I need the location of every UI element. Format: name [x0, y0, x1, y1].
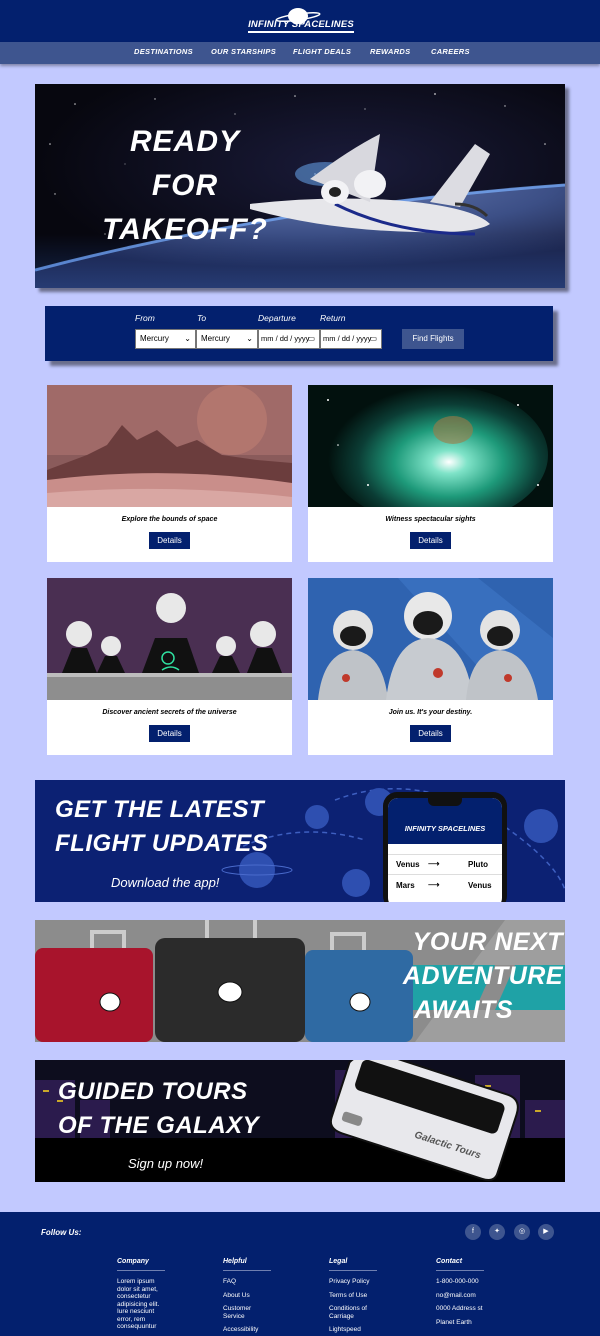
card-image-astronauts [308, 578, 553, 700]
destination-card: Witness spectacular sights Details [308, 385, 553, 562]
details-button[interactable]: Details [149, 532, 190, 549]
tours-banner-title: GUIDED TOURS OF THE GALAXY [58, 1078, 260, 1139]
arrow-right-icon: ⟶ [428, 880, 440, 889]
site-footer: Follow Us: f ✦ ◎ ▶ Company Lorem ipsum d… [0, 1212, 600, 1336]
route-row: Venus ⟶ Pluto [396, 859, 488, 869]
from-select[interactable]: Mercury ⌄ [135, 329, 196, 349]
brand-name: INFINITY SPACELINES [248, 19, 354, 30]
app-banner-subtitle: Download the app! [111, 875, 220, 890]
footer-col-contact: Contact 1-800-000-000 no@mail.com 0000 A… [436, 1258, 506, 1332]
to-select[interactable]: Mercury ⌄ [196, 329, 258, 349]
company-blurb: Lorem ipsum dolor sit amet, consectetur … [117, 1278, 160, 1330]
footer-heading: Company [117, 1258, 165, 1271]
contact-email[interactable]: no@mail.com [436, 1292, 506, 1300]
footer-link-terms[interactable]: Terms of Use [329, 1292, 389, 1300]
contact-phone[interactable]: 1-800-000-000 [436, 1278, 506, 1286]
main-nav: DESTINATIONS OUR STARSHIPS FLIGHT DEALS … [0, 42, 600, 64]
contact-address: 0000 Address st [436, 1305, 483, 1312]
details-button[interactable]: Details [149, 725, 190, 742]
phone-brand: INFINITY SPACELINES [404, 824, 486, 833]
footer-heading: Legal [329, 1258, 377, 1271]
card-image-mars [47, 385, 292, 507]
card-caption: Explore the bounds of space [121, 516, 218, 523]
footer-link-faq[interactable]: FAQ [223, 1278, 283, 1286]
footer-link-privacy[interactable]: Privacy Policy [329, 1278, 389, 1286]
footer-heading: Contact [436, 1258, 484, 1271]
follow-us-label: Follow Us: [41, 1228, 82, 1237]
tours-banner-subtitle: Sign up now! [128, 1156, 204, 1171]
chevron-down-icon: ⌄ [184, 334, 191, 343]
card-image-nebula [308, 385, 553, 507]
contact-planet: Planet Earth [436, 1318, 472, 1326]
card-caption: Witness spectacular sights [385, 516, 476, 523]
route-row: Mars ⟶ Venus [396, 880, 492, 890]
phone-mockup: INFINITY SPACELINES Venus ⟶ Pluto Mars ⟶… [383, 792, 507, 902]
app-banner[interactable]: GET THE LATEST FLIGHT UPDATES Download t… [35, 780, 565, 902]
footer-col-company: Company Lorem ipsum dolor sit amet, cons… [117, 1258, 169, 1330]
departure-label: Departure [258, 313, 296, 323]
nav-flight-deals[interactable]: FLIGHT DEALS [293, 47, 351, 56]
footer-link-lightspeed[interactable]: Lightspeed [329, 1326, 389, 1334]
find-flights-button[interactable]: Find Flights [402, 329, 464, 349]
facebook-icon[interactable]: f [465, 1224, 481, 1240]
footer-heading: Helpful [223, 1258, 271, 1271]
to-label: To [197, 313, 207, 323]
footer-link-conditions[interactable]: Conditions of Carriage [329, 1305, 377, 1320]
nav-our-starships[interactable]: OUR STARSHIPS [211, 47, 276, 56]
brand-logo[interactable]: INFINITY SPACELINES [246, 7, 356, 35]
luggage-banner-title: YOUR NEXT ADVENTURE AWAITS [402, 928, 563, 1024]
destination-card: Discover ancient secrets of the universe… [47, 578, 292, 755]
nav-rewards[interactable]: REWARDS [370, 47, 410, 56]
flight-search-form: From To Departure Return Mercury ⌄ Mercur… [45, 306, 553, 361]
footer-col-helpful: Helpful FAQ About Us Customer Service Ac… [223, 1258, 283, 1336]
youtube-icon[interactable]: ▶ [538, 1224, 554, 1240]
details-button[interactable]: Details [410, 532, 451, 549]
destination-card: Join us. It's your destiny. Details [308, 578, 553, 755]
destination-card: Explore the bounds of space Details [47, 385, 292, 562]
luggage-banner[interactable]: YOUR NEXT ADVENTURE AWAITS [35, 920, 565, 1042]
logo-underline [248, 31, 354, 33]
footer-link-about[interactable]: About Us [223, 1292, 283, 1300]
return-label: Return [320, 313, 346, 323]
chevron-down-icon: ⌄ [246, 334, 253, 343]
calendar-icon: ▭ [369, 334, 377, 343]
arrow-right-icon: ⟶ [428, 859, 440, 868]
return-date-input[interactable]: mm / dd / yyyy ▭ [320, 329, 382, 349]
top-bar: INFINITY SPACELINES [0, 0, 600, 42]
departure-date-input[interactable]: mm / dd / yyyy ▭ [258, 329, 320, 349]
app-banner-title: GET THE LATEST FLIGHT UPDATES [55, 796, 269, 857]
card-caption: Discover ancient secrets of the universe [102, 709, 237, 716]
hero-banner: READY FOR TAKEOFF? [35, 84, 565, 288]
details-button[interactable]: Details [410, 725, 451, 742]
tours-banner[interactable]: GUIDED TOURS OF THE GALAXY Sign up now! … [35, 1060, 565, 1182]
nav-destinations[interactable]: DESTINATIONS [134, 47, 193, 56]
twitter-icon[interactable]: ✦ [489, 1224, 505, 1240]
footer-link-customer-service[interactable]: Customer Service [223, 1305, 261, 1320]
card-image-ancient [47, 578, 292, 700]
footer-col-legal: Legal Privacy Policy Terms of Use Condit… [329, 1258, 389, 1336]
from-label: From [135, 313, 155, 323]
hero-title: READY FOR TAKEOFF? [102, 125, 268, 246]
card-caption: Join us. It's your destiny. [388, 709, 473, 716]
instagram-icon[interactable]: ◎ [514, 1224, 530, 1240]
footer-link-accessibility[interactable]: Accessibility [223, 1326, 283, 1334]
nav-careers[interactable]: CAREERS [431, 47, 470, 56]
calendar-icon: ▭ [307, 334, 315, 343]
